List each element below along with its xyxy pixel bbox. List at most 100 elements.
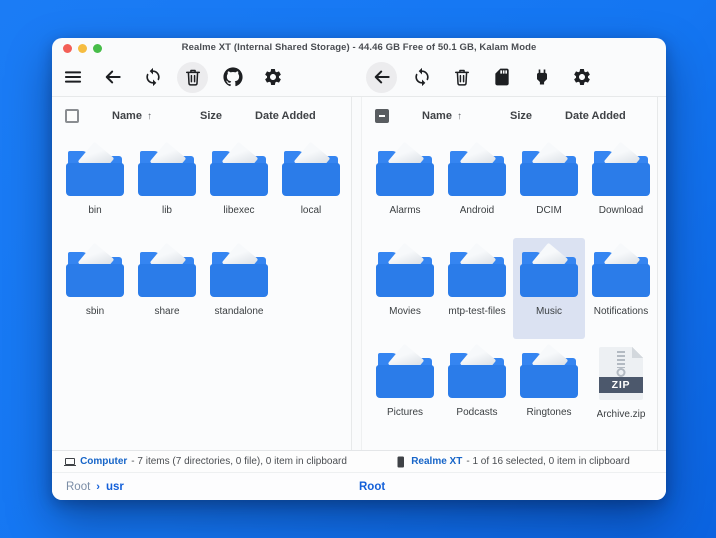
folder-front — [592, 163, 650, 196]
folder-front — [210, 264, 268, 297]
file-item-label: mtp-test-files — [448, 306, 506, 317]
file-item-label: Alarms — [389, 205, 421, 216]
file-item-Archive.zip[interactable]: ZIP Archive.zip — [585, 339, 657, 440]
file-item-Music[interactable]: Music — [513, 238, 585, 339]
file-item-label: sbin — [85, 306, 105, 317]
local-status-text: - 7 items (7 directories, 0 file), 0 ite… — [131, 456, 347, 467]
folder-icon — [592, 141, 650, 196]
device-link[interactable]: Realme XT — [411, 456, 462, 467]
file-item-label: share — [154, 306, 180, 317]
refresh-button-device[interactable] — [406, 62, 437, 93]
column-header-name[interactable]: Name ↑ — [422, 110, 462, 122]
settings-button-device[interactable] — [566, 62, 597, 93]
storage-button[interactable] — [486, 62, 517, 93]
folder-front — [592, 264, 650, 297]
folder-icon — [210, 141, 268, 196]
folder-front — [376, 264, 434, 297]
sd-card-icon — [494, 68, 509, 86]
local-pane: Name ↑ Size Date Added bin lib libexec loca… — [52, 97, 352, 450]
back-button-local[interactable] — [97, 62, 128, 93]
file-item-Pictures[interactable]: Pictures — [369, 339, 441, 440]
zipper-pull — [616, 368, 626, 377]
file-item-label: Download — [598, 205, 644, 216]
file-item-label: Archive.zip — [596, 409, 646, 420]
file-item-label: Ringtones — [526, 407, 572, 418]
refresh-icon — [145, 67, 160, 87]
local-device-link[interactable]: Computer — [80, 456, 127, 467]
file-item-mtp-test-files[interactable]: mtp-test-files — [441, 238, 513, 339]
computer-icon — [64, 457, 77, 466]
titlebar: Realme XT (Internal Shared Storage) - 44… — [52, 38, 666, 58]
pane-divider[interactable] — [352, 97, 361, 450]
github-button[interactable] — [217, 62, 248, 93]
breadcrumb-root[interactable]: Root — [359, 481, 385, 493]
folder-front — [282, 163, 340, 196]
file-item-local[interactable]: local — [275, 137, 347, 238]
breadcrumb-root[interactable]: Root — [66, 481, 90, 493]
file-item-label: DCIM — [536, 205, 562, 216]
hamburger-icon — [64, 71, 81, 83]
folder-icon — [282, 141, 340, 196]
file-item-label: libexec — [223, 205, 255, 216]
zip-file-icon: ZIP — [599, 347, 643, 400]
folder-front — [448, 365, 506, 398]
file-item-Download[interactable]: Download — [585, 137, 657, 238]
file-item-Ringtones[interactable]: Ringtones — [513, 339, 585, 440]
file-manager-window: Realme XT (Internal Shared Storage) - 44… — [52, 38, 666, 500]
folder-front — [520, 365, 578, 398]
select-all-checkbox-local[interactable] — [65, 108, 79, 123]
file-item-label: Movies — [389, 306, 421, 317]
gear-icon — [573, 69, 590, 85]
file-item-Notifications[interactable]: Notifications — [585, 238, 657, 339]
folder-front — [520, 163, 578, 196]
file-item-Android[interactable]: Android — [441, 137, 513, 238]
file-item-Podcasts[interactable]: Podcasts — [441, 339, 513, 440]
refresh-button-local[interactable] — [137, 62, 168, 93]
device-breadcrumb: Root — [345, 481, 666, 493]
file-item-lib[interactable]: lib — [131, 137, 203, 238]
file-item-libexec[interactable]: libexec — [203, 137, 275, 238]
folder-icon — [520, 141, 578, 196]
folder-icon — [138, 242, 196, 297]
column-header-name[interactable]: Name ↑ — [112, 110, 152, 122]
usb-plug-icon — [536, 69, 547, 85]
settings-button-local[interactable] — [257, 62, 288, 93]
folder-front — [66, 163, 124, 196]
back-button-device[interactable] — [366, 61, 397, 93]
folder-front — [376, 365, 434, 398]
select-all-checkbox-device[interactable] — [375, 108, 389, 123]
file-item-Alarms[interactable]: Alarms — [369, 137, 441, 238]
file-item-Movies[interactable]: Movies — [369, 238, 441, 339]
column-header-size[interactable]: Size — [200, 110, 222, 122]
toolbars — [52, 58, 666, 96]
toolbar-local — [52, 61, 358, 93]
menu-button[interactable] — [57, 62, 88, 93]
folder-front — [520, 264, 578, 297]
delete-button-local[interactable] — [177, 61, 208, 93]
folder-icon — [66, 141, 124, 196]
folder-icon — [592, 242, 650, 297]
folder-front — [448, 264, 506, 297]
device-status: Realme XT - 1 of 16 selected, 0 item in … — [359, 456, 666, 468]
sort-asc-icon: ↑ — [457, 110, 463, 122]
file-item-DCIM[interactable]: DCIM — [513, 137, 585, 238]
trash-icon — [185, 69, 200, 86]
file-item-standalone[interactable]: standalone — [203, 238, 275, 339]
file-item-sbin[interactable]: sbin — [59, 238, 131, 339]
file-panes: Name ↑ Size Date Added bin lib libexec loca… — [52, 96, 666, 450]
delete-button-device[interactable] — [446, 62, 477, 93]
file-item-share[interactable]: share — [131, 238, 203, 339]
breadcrumb-current[interactable]: usr — [106, 481, 124, 493]
chevron-right-icon: › — [96, 480, 100, 493]
sort-asc-icon: ↑ — [147, 110, 153, 122]
column-header-date-added[interactable]: Date Added — [255, 110, 316, 122]
device-pane: Name ↑ Size Date Added Alarms Android DCIM… — [361, 97, 658, 450]
column-header-size[interactable]: Size — [510, 110, 532, 122]
local-pane-header: Name ↑ Size Date Added — [52, 97, 351, 134]
column-header-date-added[interactable]: Date Added — [565, 110, 626, 122]
file-item-bin[interactable]: bin — [59, 137, 131, 238]
local-status: Computer - 7 items (7 directories, 0 fil… — [52, 456, 359, 468]
disconnect-button[interactable] — [526, 62, 557, 93]
file-item-label: local — [300, 205, 322, 216]
folder-icon — [376, 343, 434, 398]
